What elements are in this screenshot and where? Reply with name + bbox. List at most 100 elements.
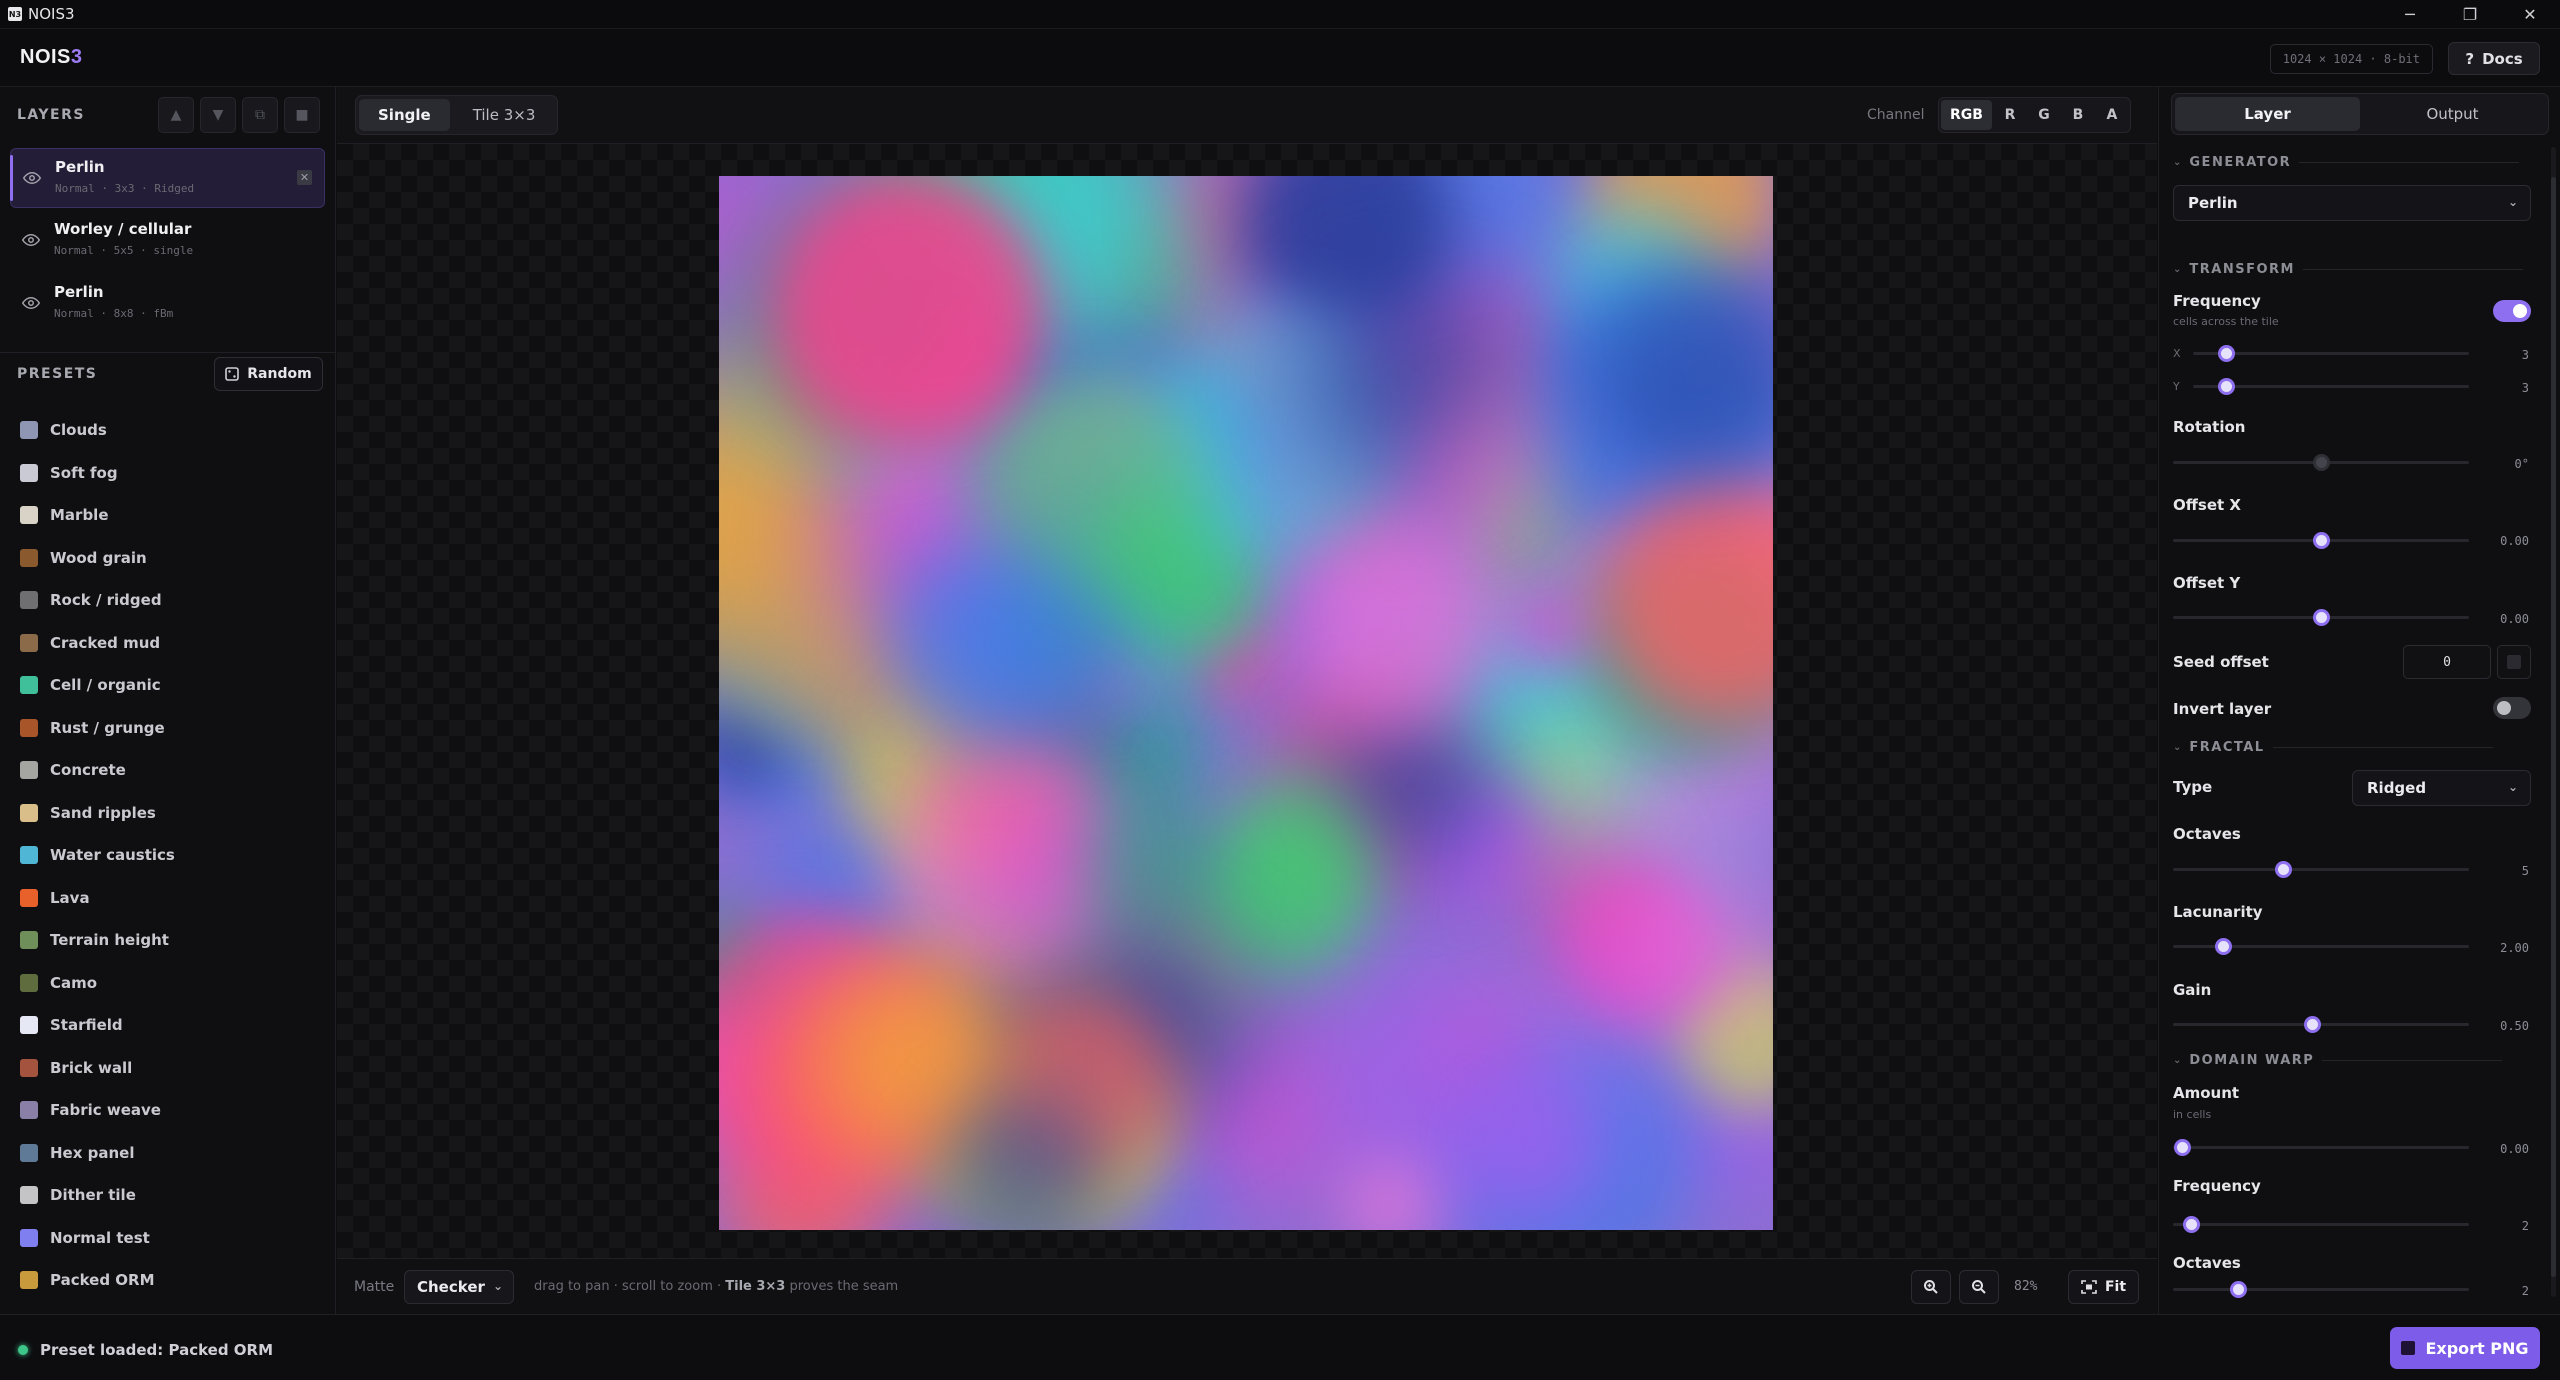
layer-item[interactable]: Perlin Normal · 3x3 · Ridged ✕ <box>10 148 325 208</box>
docs-button[interactable]: ? Docs <box>2448 42 2540 75</box>
invert-layer-toggle[interactable] <box>2493 697 2531 719</box>
slider-track <box>2173 868 2469 871</box>
maximize-button[interactable]: ❐ <box>2440 0 2500 29</box>
preset-item[interactable]: Starfield <box>20 1004 320 1047</box>
eye-icon[interactable] <box>22 231 40 249</box>
warp-octaves-slider[interactable] <box>2173 1281 2469 1298</box>
frequency-y-slider[interactable] <box>2193 378 2469 395</box>
offset-x-label: Offset X <box>2173 496 2241 514</box>
lacunarity-label: Lacunarity <box>2173 903 2263 921</box>
preset-item[interactable]: Concrete <box>20 749 320 792</box>
offset-x-slider[interactable] <box>2173 532 2469 549</box>
lacunarity-slider[interactable] <box>2173 938 2469 955</box>
slider-knob[interactable] <box>2313 609 2330 626</box>
warp-frequency-slider[interactable] <box>2173 1216 2469 1233</box>
channel-b[interactable]: B <box>2062 100 2094 130</box>
panel-scrollbar[interactable] <box>2551 147 2556 1297</box>
preset-item[interactable]: Rock / ridged <box>20 579 320 622</box>
seed-offset-input[interactable]: 0 <box>2403 645 2491 679</box>
eye-icon[interactable] <box>23 169 41 187</box>
preset-item[interactable]: Dither tile <box>20 1174 320 1217</box>
duplicate-layer-button[interactable]: ⧉ <box>242 97 278 133</box>
layer-item[interactable]: Worley / cellular Normal · 5x5 · single <box>10 211 325 271</box>
gain-slider[interactable] <box>2173 1016 2469 1033</box>
tab-single[interactable]: Single <box>359 99 450 131</box>
slider-knob[interactable] <box>2313 532 2330 549</box>
domain-warp-section-header[interactable]: ⌄ DOMAIN WARP <box>2173 1053 2503 1068</box>
offset-y-slider[interactable] <box>2173 609 2469 626</box>
preset-item[interactable]: Sand ripples <box>20 792 320 835</box>
rotation-slider[interactable] <box>2173 454 2469 471</box>
preset-item[interactable]: Normal test <box>20 1217 320 1260</box>
layer-item[interactable]: Perlin Normal · 8x8 · fBm <box>10 274 325 334</box>
minimize-button[interactable]: ─ <box>2380 0 2440 29</box>
preset-item[interactable]: Fabric weave <box>20 1089 320 1132</box>
zoom-out-button[interactable] <box>1959 1270 1999 1304</box>
preset-item[interactable]: Wood grain <box>20 537 320 580</box>
preset-item[interactable]: Terrain height <box>20 919 320 962</box>
move-layer-up-button[interactable]: ▲ <box>158 97 194 133</box>
close-button[interactable]: ✕ <box>2500 0 2560 29</box>
channel-rgb[interactable]: RGB <box>1941 100 1992 130</box>
generator-section-header[interactable]: ⌄ GENERATOR <box>2173 155 2520 170</box>
eye-icon[interactable] <box>22 294 40 312</box>
scrollbar-thumb[interactable] <box>2551 177 2556 1277</box>
slider-knob[interactable] <box>2313 454 2330 471</box>
preset-item[interactable]: Hex panel <box>20 1132 320 1175</box>
frequency-lock-toggle[interactable] <box>2493 300 2531 322</box>
random-preset-button[interactable]: Random <box>214 357 323 391</box>
status-indicator-icon <box>18 1345 28 1355</box>
preset-name: Fabric weave <box>50 1101 161 1120</box>
slider-knob[interactable] <box>2304 1016 2322 1033</box>
preset-swatch <box>20 931 38 950</box>
preset-item[interactable]: Rust / grunge <box>20 707 320 750</box>
left-sidebar: LAYERS ▲ ▼ ⧉ ■ Perlin Normal · 3x3 · Rid… <box>0 87 336 1314</box>
channel-r[interactable]: R <box>1994 100 2026 130</box>
preset-item[interactable]: Soft fog <box>20 452 320 495</box>
preset-swatch <box>20 1143 38 1162</box>
chevron-down-icon: ⌄ <box>2173 1055 2182 1066</box>
generator-select[interactable]: Perlin ⌄ <box>2173 185 2531 221</box>
fit-button[interactable]: Fit <box>2068 1270 2139 1304</box>
tab-layer[interactable]: Layer <box>2175 97 2360 131</box>
channel-a[interactable]: A <box>2096 100 2128 130</box>
tab-tile-3x3[interactable]: Tile 3×3 <box>454 99 555 131</box>
preset-item[interactable]: Marble <box>20 494 320 537</box>
matte-select[interactable]: Checker ⌄ <box>404 1270 514 1304</box>
preset-item[interactable]: Cell / organic <box>20 664 320 707</box>
preset-item[interactable]: Camo <box>20 962 320 1005</box>
fractal-type-select[interactable]: Ridged ⌄ <box>2352 770 2531 806</box>
preset-item[interactable]: Water caustics <box>20 834 320 877</box>
seed-randomize-button[interactable] <box>2497 645 2531 679</box>
slider-knob[interactable] <box>2215 938 2233 955</box>
preset-item[interactable]: Cracked mud <box>20 622 320 665</box>
add-layer-button[interactable]: ■ <box>284 97 320 133</box>
properties-panel: Layer Output ⌄ GENERATOR Perlin ⌄ ⌄ TRANSFO… <box>2158 87 2560 1314</box>
warp-amount-slider[interactable] <box>2173 1139 2469 1156</box>
delete-layer-icon[interactable]: ✕ <box>297 170 312 185</box>
transform-section-header[interactable]: ⌄ TRANSFORM <box>2173 262 2523 277</box>
channel-g[interactable]: G <box>2028 100 2060 130</box>
tab-output[interactable]: Output <box>2360 97 2545 131</box>
preset-item[interactable]: Clouds <box>20 409 320 452</box>
slider-knob[interactable] <box>2230 1281 2248 1298</box>
slider-knob[interactable] <box>2182 1216 2200 1233</box>
canvas-area[interactable] <box>337 143 2157 1258</box>
zoom-in-button[interactable] <box>1911 1270 1951 1304</box>
layer-meta: Normal · 8x8 · fBm <box>54 307 174 320</box>
export-png-button[interactable]: Export PNG <box>2390 1327 2540 1369</box>
slider-knob[interactable] <box>2274 861 2292 878</box>
divider <box>0 352 335 353</box>
fractal-section-header[interactable]: ⌄ FRACTAL <box>2173 740 2493 755</box>
layer-name: Perlin <box>54 283 104 301</box>
move-layer-down-button[interactable]: ▼ <box>200 97 236 133</box>
slider-knob[interactable] <box>2173 1139 2191 1156</box>
preset-item[interactable]: Brick wall <box>20 1047 320 1090</box>
slider-knob[interactable] <box>2218 378 2236 395</box>
octaves-slider[interactable] <box>2173 861 2469 878</box>
noise-preview-image[interactable] <box>719 176 1773 1230</box>
frequency-x-slider[interactable] <box>2193 345 2469 362</box>
preset-item[interactable]: Lava <box>20 877 320 920</box>
preset-item[interactable]: Packed ORM <box>20 1259 320 1302</box>
slider-knob[interactable] <box>2218 345 2236 362</box>
